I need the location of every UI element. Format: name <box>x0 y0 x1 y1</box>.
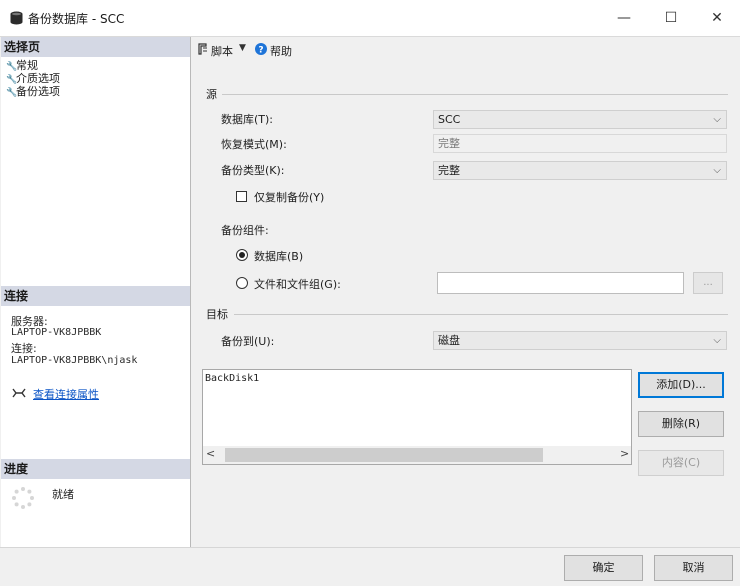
files-filegroups-radio[interactable] <box>236 277 248 289</box>
chevron-down-icon: ⌵ <box>713 114 721 125</box>
recovery-model-field: 完整 <box>433 134 727 153</box>
connection-header: 连接 <box>1 286 190 306</box>
destination-group-label: 目标 <box>206 308 228 321</box>
database-icon <box>10 11 23 25</box>
backup-type-label: 备份类型(K): <box>221 164 285 177</box>
database-select[interactable]: SCC ⌵ <box>433 110 727 129</box>
help-button[interactable]: 帮助 <box>270 43 292 59</box>
scroll-right-icon[interactable]: > <box>620 447 629 460</box>
connection-value: LAPTOP-VK8JPBBK\njask <box>11 355 138 366</box>
cancel-button[interactable]: 取消 <box>654 555 733 581</box>
backup-to-label: 备份到(U): <box>221 335 275 348</box>
title-bar: 备份数据库 - SCC — ☐ ✕ <box>0 0 740 37</box>
progress-header: 进度 <box>1 459 190 479</box>
progress-spinner-icon <box>12 487 34 509</box>
help-icon: ? <box>255 43 267 55</box>
minimize-button[interactable]: — <box>604 6 644 30</box>
recovery-model-label: 恢复模式(M): <box>221 138 287 151</box>
connection-properties-icon <box>12 388 26 398</box>
database-label: 数据库(T): <box>221 113 274 126</box>
scrollbar-thumb[interactable] <box>225 448 543 462</box>
select-page-header: 选择页 <box>1 37 190 57</box>
database-radio-label: 数据库(B) <box>254 250 304 263</box>
browse-files-button[interactable]: ... <box>693 272 723 294</box>
chevron-down-icon[interactable]: ▼ <box>239 43 246 53</box>
backup-to-select[interactable]: 磁盘 ⌵ <box>433 331 727 350</box>
database-radio[interactable] <box>236 249 248 261</box>
source-group-divider <box>222 94 728 95</box>
copy-only-checkbox[interactable] <box>236 191 247 202</box>
page-item-general[interactable]: 🔧常规 <box>6 59 38 72</box>
list-item[interactable]: BackDisk1 <box>205 373 259 384</box>
contents-button[interactable]: 内容(C) <box>638 450 724 476</box>
remove-button[interactable]: 删除(R) <box>638 411 724 437</box>
page-item-label: 备份选项 <box>16 85 60 98</box>
script-icon <box>198 43 207 55</box>
backup-type-select[interactable]: 完整 ⌵ <box>433 161 727 180</box>
backup-to-select-value: 磁盘 <box>438 334 460 347</box>
files-filegroups-field <box>437 272 684 294</box>
window-title: 备份数据库 - SCC <box>28 12 125 26</box>
destination-group-divider <box>234 314 728 315</box>
script-button[interactable]: 脚本 <box>211 43 233 59</box>
page-item-label: 常规 <box>16 59 38 72</box>
chevron-down-icon: ⌵ <box>713 335 721 346</box>
chevron-down-icon: ⌵ <box>713 165 721 176</box>
view-connection-properties-link[interactable]: 查看连接属性 <box>33 386 99 402</box>
toolbar: 脚本 ▼ ? 帮助 <box>191 37 740 63</box>
left-pane: 选择页 🔧常规 🔧介质选项 🔧备份选项 连接 服务器: LAPTOP-VK8JP… <box>1 37 191 547</box>
page-item-label: 介质选项 <box>16 72 60 85</box>
files-filegroups-radio-label: 文件和文件组(G): <box>254 278 341 291</box>
dialog-footer: 确定 取消 <box>0 547 740 586</box>
page-item-media-options[interactable]: 🔧介质选项 <box>6 72 60 85</box>
maximize-button[interactable]: ☐ <box>651 6 691 30</box>
wrench-icon: 🔧 <box>6 88 18 98</box>
ok-button[interactable]: 确定 <box>564 555 643 581</box>
server-value: LAPTOP-VK8JPBBK <box>11 327 102 338</box>
add-button[interactable]: 添加(D)... <box>638 372 724 398</box>
backup-component-label: 备份组件: <box>221 224 269 237</box>
scroll-left-icon[interactable]: < <box>206 447 215 460</box>
source-group-label: 源 <box>206 88 217 101</box>
copy-only-label: 仅复制备份(Y) <box>254 191 325 204</box>
connection-label: 连接: <box>11 342 37 355</box>
backup-type-select-value: 完整 <box>438 164 460 177</box>
svg-text:?: ? <box>258 46 263 56</box>
close-button[interactable]: ✕ <box>697 6 737 30</box>
database-select-value: SCC <box>438 113 461 126</box>
progress-status: 就绪 <box>52 488 74 501</box>
page-item-backup-options[interactable]: 🔧备份选项 <box>6 85 60 98</box>
